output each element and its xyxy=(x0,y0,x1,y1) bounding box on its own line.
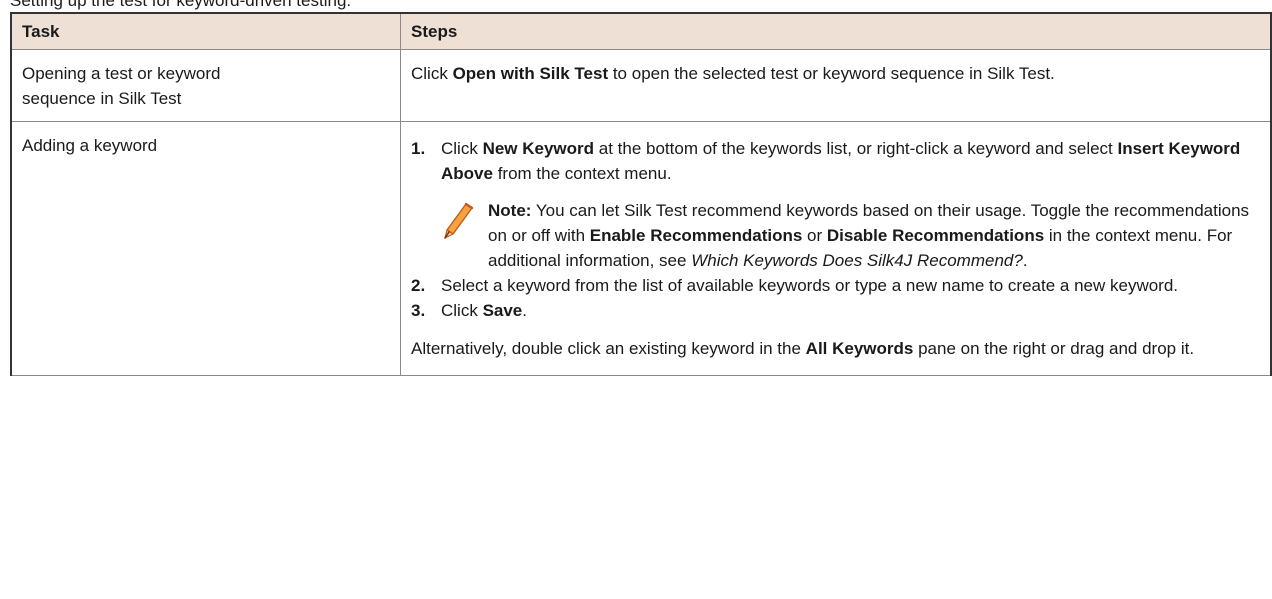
ui-term: Open with Silk Test xyxy=(452,64,609,83)
steps-list: 1. Click New Keyword at the bottom of the… xyxy=(411,136,1260,323)
list-item: 1. Click New Keyword at the bottom of the… xyxy=(411,136,1260,273)
header-task: Task xyxy=(10,12,401,50)
note-text: . xyxy=(1022,251,1028,270)
ui-term: New Keyword xyxy=(482,139,595,158)
table-caption: Setting up the test for keyword-driven t… xyxy=(10,0,352,10)
table-row: Adding a keyword 1. Click New Keyword at … xyxy=(10,121,1272,376)
steps-cell: Click Open with Silk Test to open the se… xyxy=(400,49,1272,122)
alt-text: Alternatively, double click an existing … xyxy=(411,339,806,358)
steps-text: Click xyxy=(411,64,453,83)
step-text: Select a keyword from the list of availa… xyxy=(441,276,1179,295)
step-number: 1. xyxy=(411,139,426,158)
task-text: Adding a keyword xyxy=(22,136,158,155)
alt-text: pane on the right or drag and drop it. xyxy=(913,339,1195,358)
header-steps: Steps xyxy=(400,12,1272,50)
ui-term: Save xyxy=(482,301,523,320)
note-label: Note: xyxy=(488,201,532,220)
doc-link[interactable]: Which Keywords Does Silk4J Recommend? xyxy=(691,251,1023,270)
note-block: Note: You can let Silk Test recommend ke… xyxy=(441,198,1260,273)
list-item: 3. Click Save. xyxy=(411,298,1260,323)
step-number: 3. xyxy=(411,301,426,320)
alternative-paragraph: Alternatively, double click an existing … xyxy=(411,336,1260,361)
task-cell: Opening a test or keyword sequence in Si… xyxy=(10,49,401,122)
steps-text: to open the selected test or keyword seq… xyxy=(608,64,1055,83)
step-text: Click xyxy=(441,139,483,158)
steps-cell: 1. Click New Keyword at the bottom of the… xyxy=(400,121,1272,376)
step-text: . xyxy=(522,301,527,320)
note-text: or xyxy=(802,226,827,245)
step-text: from the context menu. xyxy=(492,164,672,183)
task-text-line: sequence in Silk Test xyxy=(22,89,182,108)
step-text: at the bottom of the keywords list, or r… xyxy=(594,139,1118,158)
table-row: Opening a test or keyword sequence in Si… xyxy=(10,49,1272,122)
table-header-row: Task Steps xyxy=(10,12,1272,50)
task-steps-table: Task Steps Opening a test or keyword seq… xyxy=(10,12,1272,376)
pencil-icon xyxy=(441,200,475,240)
step-text: Click xyxy=(441,301,483,320)
ui-term: Disable Recommendations xyxy=(826,226,1045,245)
ui-term: All Keywords xyxy=(805,339,914,358)
step-number: 2. xyxy=(411,276,426,295)
list-item: 2. Select a keyword from the list of avai… xyxy=(411,273,1260,298)
task-text-line: Opening a test or keyword xyxy=(22,64,221,83)
ui-term: Enable Recommendations xyxy=(589,226,803,245)
task-cell: Adding a keyword xyxy=(10,121,401,376)
